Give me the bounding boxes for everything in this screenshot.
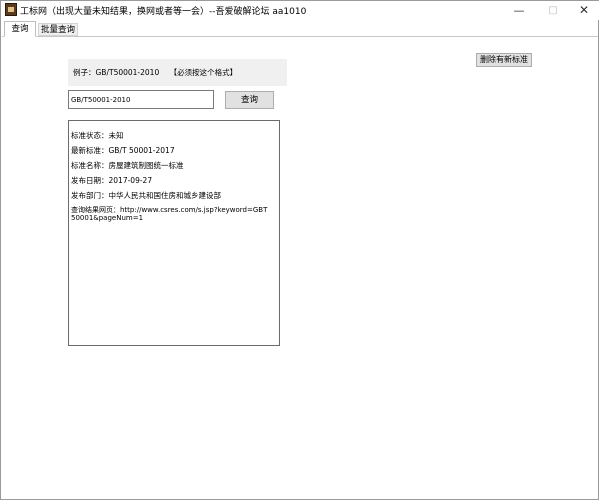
example-label: 例子：GB/T50001-2010 [73,68,160,77]
status-label: 标准状态： [71,131,109,140]
name-label: 标准名称： [71,161,109,170]
dept-label: 发布部门： [71,191,109,200]
delete-new-standard-button[interactable]: 删除有新标准 [476,53,532,67]
main-window: 工标网（出现大量未知结果，换网或者等一会）--吾爱破解论坛 aa1010 — □… [0,0,599,500]
app-icon [5,3,17,16]
tab-batch-query[interactable]: 批量查询 [38,23,78,36]
close-button[interactable]: ✕ [571,1,597,20]
date-label: 发布日期： [71,176,109,185]
result-date-line: 发布日期：2017-09-27 [71,175,152,186]
example-format-note: 【必须按这个格式】 [169,68,238,77]
title-bar: 工标网（出现大量未知结果，换网或者等一会）--吾爱破解论坛 aa1010 — □… [1,1,599,20]
dept-value: 中华人民共和国住房和城乡建设部 [108,191,222,200]
maximize-button[interactable]: □ [540,1,566,20]
date-value: 2017-09-27 [108,176,153,185]
example-hint-box: 例子：GB/T50001-2010 【必须按这个格式】 [68,59,287,86]
status-value: 未知 [108,131,124,140]
url-label: 查询结果网页： [71,206,120,214]
latest-label: 最新标准： [71,146,109,155]
result-output-box[interactable]: 标准状态：未知 最新标准：GB/T 50001-2017 标准名称：房屋建筑制图… [68,120,280,346]
query-panel: 删除有新标准 例子：GB/T50001-2010 【必须按这个格式】 查询 标准… [4,37,598,499]
name-value: 房屋建筑制图统一标准 [108,161,184,170]
query-button[interactable]: 查询 [225,91,274,109]
result-status-line: 标准状态：未知 [71,130,124,141]
result-dept-line: 发布部门：中华人民共和国住房和城乡建设部 [71,190,221,201]
standard-number-input[interactable] [68,90,214,109]
tab-query[interactable]: 查询 [4,21,36,37]
result-latest-line: 最新标准：GB/T 50001-2017 [71,145,175,156]
result-url-line: 查询结果网页：http://www.csres.com/s.jsp?keywor… [71,206,271,222]
latest-value: GB/T 50001-2017 [108,146,175,155]
window-title: 工标网（出现大量未知结果，换网或者等一会）--吾爱破解论坛 aa1010 [20,7,307,17]
tab-bar: 查询 批量查询 [2,21,598,37]
result-name-line: 标准名称：房屋建筑制图统一标准 [71,160,184,171]
minimize-button[interactable]: — [506,1,532,20]
